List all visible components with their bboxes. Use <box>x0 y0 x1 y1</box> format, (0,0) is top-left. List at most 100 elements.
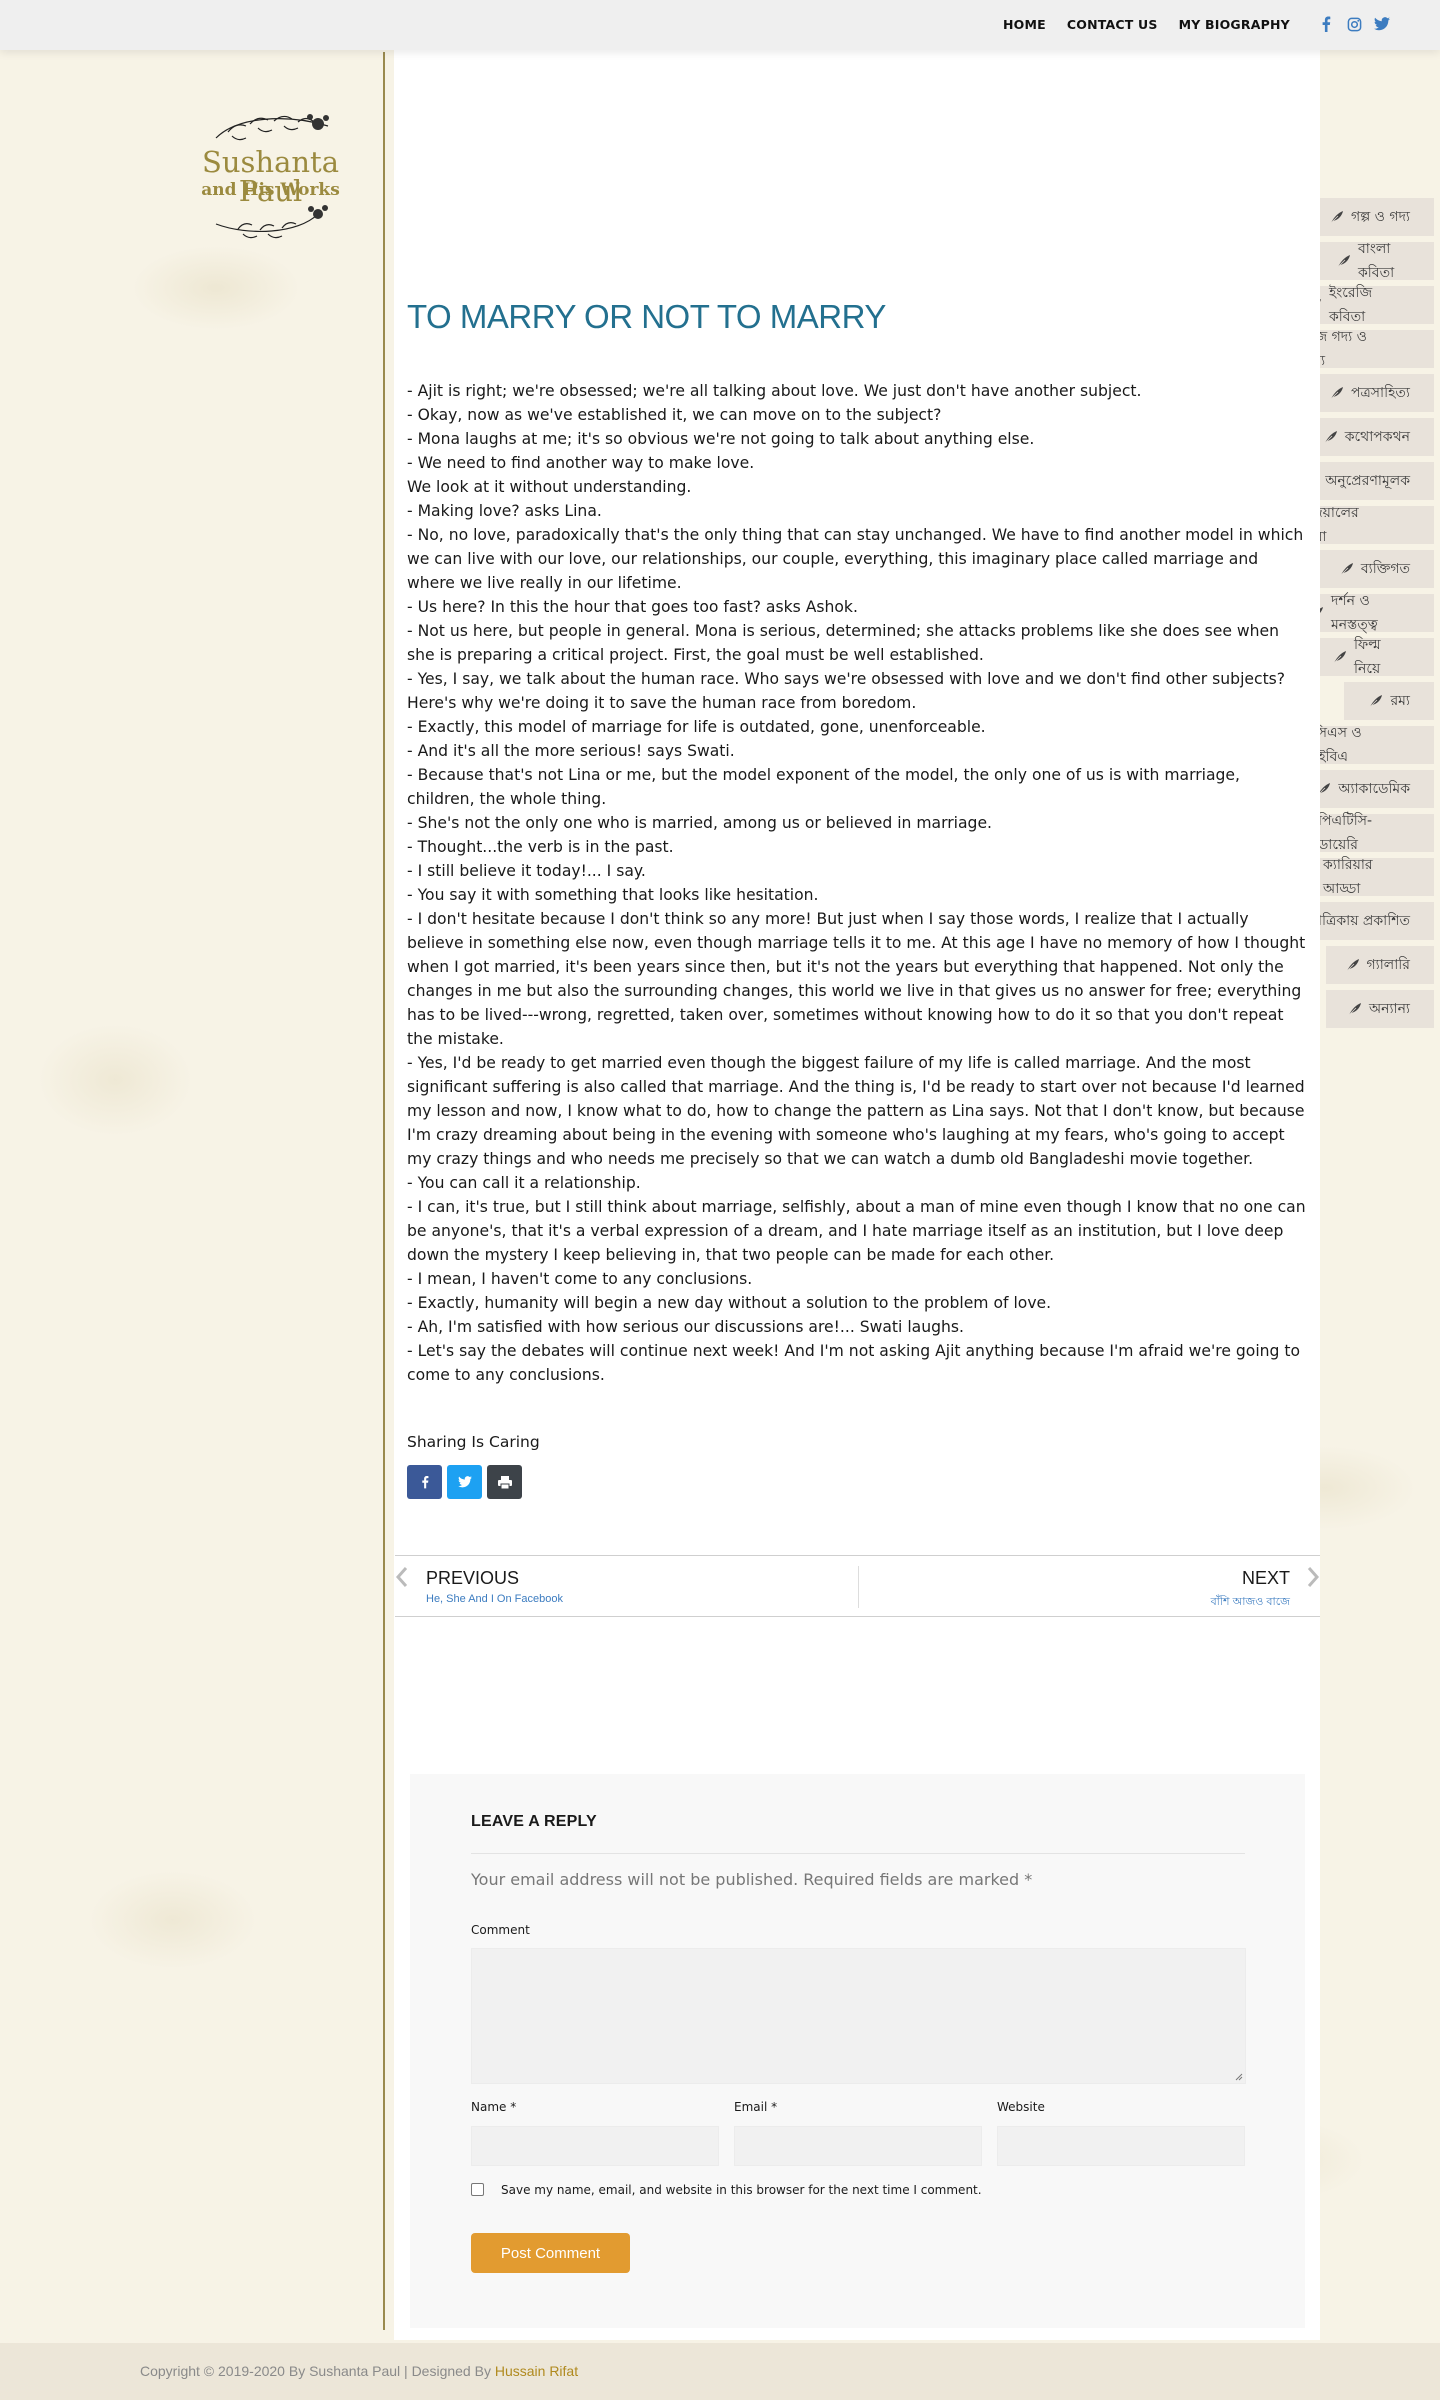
website-field[interactable] <box>997 2126 1245 2166</box>
post-paragraph: - No, no love, paradoxically that's the … <box>407 526 1304 592</box>
post-comment-button[interactable]: Post Comment <box>471 2233 630 2273</box>
share-facebook-button[interactable] <box>407 1465 442 1499</box>
post-navigation: PREVIOUS He, She And I On Facebook NEXT … <box>395 1555 1320 1617</box>
social-links <box>1318 15 1390 33</box>
chevron-left-icon[interactable] <box>395 1566 409 1592</box>
sidebar-menu-item[interactable]: ব্যক্তিগত <box>1318 550 1434 588</box>
post-paragraph: - Us here? In this the hour that goes to… <box>407 598 858 616</box>
next-label: NEXT <box>1241 1568 1290 1588</box>
sidebar-menu-item[interactable]: পত্রসাহিত্য <box>1310 374 1434 412</box>
post-body: - Ajit is right; we're obsessed; we're a… <box>407 379 1307 1387</box>
post-paragraph: - You say it with something that looks l… <box>407 886 819 904</box>
footer: Copyright © 2019-2020 By Sushanta Paul |… <box>0 2343 1440 2400</box>
email-field[interactable] <box>734 2126 982 2166</box>
sidebar-menu-label: ইংরেজি কবিতা <box>1329 285 1373 325</box>
save-info-label: Save my name, email, and website in this… <box>501 2183 982 2197</box>
sidebar-menu-item[interactable]: গল্প ও গদ্য <box>1304 198 1434 236</box>
sidebar-menu-item[interactable]: রম্য <box>1344 682 1434 720</box>
sidebar-menu-item[interactable]: গ্যালারি <box>1326 946 1434 984</box>
twitter-icon <box>457 1476 472 1488</box>
quill-icon <box>1329 385 1345 401</box>
copyright-text: Copyright © 2019-2020 By Sushanta Paul |… <box>140 2363 578 2379</box>
sidebar-menu-label: অন্যান্য <box>1368 1001 1410 1017</box>
nav-contact-link[interactable]: CONTACT US <box>1067 17 1158 32</box>
previous-post-title[interactable]: He, She And I On Facebook <box>426 1593 563 1605</box>
name-field[interactable] <box>471 2126 719 2166</box>
post-paragraph: - Mona laughs at me; it's so obvious we'… <box>407 430 1035 448</box>
sidebar-menu-label: কথোপকথন <box>1344 429 1410 445</box>
quill-icon <box>1329 209 1345 225</box>
print-icon <box>497 1475 512 1489</box>
nav-biography-link[interactable]: MY BIOGRAPHY <box>1179 17 1290 32</box>
sidebar-menu-item[interactable]: ফিল্ম নিয়ে <box>1312 637 1434 677</box>
sidebar-menu-label: বাংলা কবিতা <box>1358 241 1395 281</box>
share-print-button[interactable] <box>487 1465 522 1499</box>
save-info-checkbox[interactable] <box>471 2183 484 2196</box>
post-paragraph: - Yes, I'd be ready to get married even … <box>407 1054 1305 1168</box>
post-paragraph: - Exactly, humanity will begin a new day… <box>407 1294 1052 1312</box>
post-paragraph: - She's not the only one who is married,… <box>407 814 992 832</box>
next-post-link[interactable]: NEXT বাঁশি আজও বাজে <box>1211 1568 1290 1612</box>
chevron-right-icon[interactable] <box>1306 1566 1320 1592</box>
share-twitter-button[interactable] <box>447 1465 482 1499</box>
post-paragraph: - I still believe it today!... I say. <box>407 862 646 880</box>
instagram-icon[interactable] <box>1346 15 1362 33</box>
sidebar-menu-label: পত্রিকায় প্রকাশিত <box>1312 913 1410 929</box>
top-bar: HOME CONTACT US MY BIOGRAPHY <box>0 0 1440 50</box>
post-paragraph: - Not us here, but people in general. Mo… <box>407 622 1280 664</box>
post-paragraph: - I mean, I haven't come to any conclusi… <box>407 1270 753 1288</box>
site-logo[interactable]: Sushanta Paul and His Works <box>168 64 373 244</box>
quill-icon <box>1336 253 1352 269</box>
post-paragraph: - You can call it a relationship. <box>407 1174 641 1192</box>
sidebar-menu-label: অনুপ্রেরণামূলক <box>1325 473 1410 489</box>
post-paragraph: - Okay, now as we've established it, we … <box>407 406 942 424</box>
post-paragraph: - I don't hesitate because I don't think… <box>407 910 1306 1048</box>
quill-icon <box>1339 561 1355 577</box>
sidebar-menu-label: পত্রসাহিত্য <box>1350 385 1410 401</box>
quill-icon <box>1347 1001 1363 1017</box>
logo-subtitle: and His Works <box>201 180 340 200</box>
post-paragraph: - And it's all the more serious! says Sw… <box>407 742 735 760</box>
sidebar-menu-label: পিএটিসি-ডায়েরি <box>1318 813 1373 853</box>
reply-form: LEAVE A REPLY Your email address will no… <box>410 1774 1305 2328</box>
email-label: Email * <box>734 2100 778 2114</box>
quill-icon <box>1368 693 1384 709</box>
facebook-icon[interactable] <box>1318 15 1334 33</box>
resize-handle-icon[interactable] <box>1235 2073 1243 2081</box>
copyright-line: Copyright © 2019-2020 By Sushanta Paul |… <box>140 2363 495 2379</box>
post-paragraph: We look at it without understanding. <box>407 478 692 496</box>
post-paragraph: - Ajit is right; we're obsessed; we're a… <box>407 382 1142 400</box>
post-paragraph: - Exactly, this model of marriage for li… <box>407 718 986 736</box>
post-paragraph: - Ah, I'm satisfied with how serious our… <box>407 1318 964 1336</box>
post-title: TO MARRY OR NOT TO MARRY <box>407 298 886 335</box>
sidebar-menu-label: ফিল্ম নিয়ে <box>1354 637 1381 677</box>
sidebar-menu-item[interactable]: অন্যান্য <box>1326 990 1434 1028</box>
share-label: Sharing Is Caring <box>407 1433 540 1451</box>
previous-label: PREVIOUS <box>426 1568 520 1588</box>
previous-post-link[interactable]: PREVIOUS He, She And I On Facebook <box>426 1568 563 1605</box>
sidebar-menu-label: দর্শন ও মনস্তত্ত্ব <box>1331 593 1378 633</box>
post-paragraph: - Let's say the debates will continue ne… <box>407 1342 1301 1384</box>
quill-icon <box>1345 957 1361 973</box>
post-nav-divider <box>858 1566 859 1608</box>
designer-link[interactable]: Hussain Rifat <box>495 2363 578 2379</box>
sidebar-menu-label: ক্যারিয়ার আড্ডা <box>1323 857 1373 897</box>
comment-label: Comment <box>471 1923 530 1937</box>
sidebar-menu-item[interactable]: বাংলা কবিতা <box>1316 241 1434 281</box>
nav-home-link[interactable]: HOME <box>1003 17 1046 32</box>
post-paragraph: - Because that's not Lina or me, but the… <box>407 766 1240 808</box>
twitter-icon[interactable] <box>1374 15 1390 33</box>
name-label: Name * <box>471 2100 517 2114</box>
reply-divider <box>471 1853 1245 1854</box>
post-paragraph: - Making love? asks Lina. <box>407 502 602 520</box>
reply-notes: Your email address will not be published… <box>471 1870 1033 1889</box>
comment-textarea[interactable] <box>471 1948 1246 2084</box>
sidebar-divider <box>383 52 385 2330</box>
post-paragraph: - Thought...the verb is in the past. <box>407 838 674 856</box>
post-paragraph: - Yes, I say, we talk about the human ra… <box>407 670 1286 712</box>
next-post-title[interactable]: বাঁশি আজও বাজে <box>1211 1593 1290 1612</box>
quill-icon <box>1323 429 1339 445</box>
reply-heading: LEAVE A REPLY <box>471 1813 597 1830</box>
sidebar-menu-label: গ্যালারি <box>1366 957 1411 973</box>
sidebar-menu-item[interactable]: কথোপকথন <box>1303 418 1434 456</box>
